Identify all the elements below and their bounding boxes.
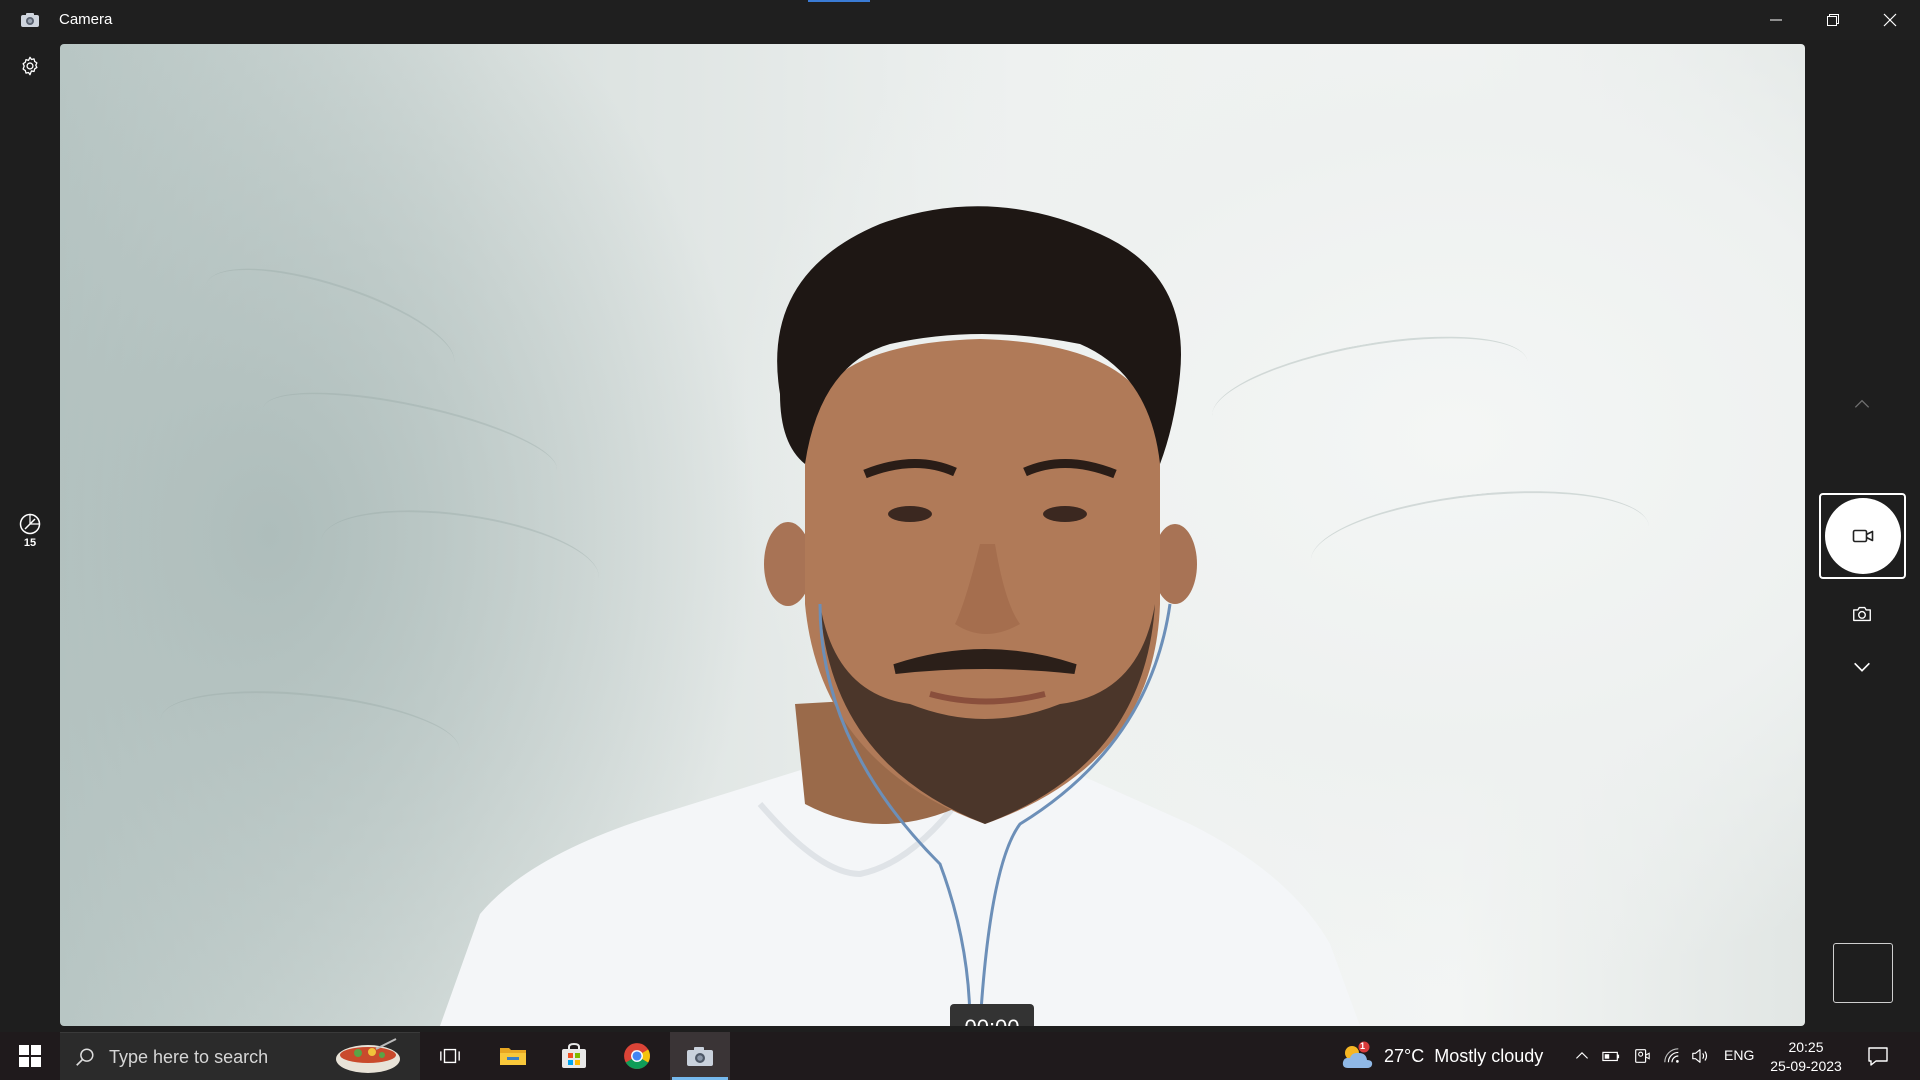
minimize-icon <box>1770 19 1782 21</box>
microsoft-store-button[interactable] <box>544 1032 604 1080</box>
notification-icon <box>1868 1047 1888 1066</box>
speaker-icon <box>1692 1049 1708 1063</box>
network-tray-button[interactable] <box>1662 1046 1682 1066</box>
task-view-button[interactable] <box>420 1032 480 1080</box>
window-title: Camera <box>59 11 113 28</box>
self-timer-icon <box>19 513 41 535</box>
camera-taskbar-button[interactable] <box>670 1032 730 1080</box>
camera-viewfinder: 00:00 <box>60 44 1805 1026</box>
close-button[interactable] <box>1862 0 1918 40</box>
camera-icon <box>1853 606 1871 622</box>
last-capture-thumbnail[interactable] <box>1833 943 1893 1003</box>
file-explorer-icon <box>500 1048 526 1065</box>
mode-up-button[interactable] <box>1850 392 1874 416</box>
windows-logo-icon <box>19 1045 41 1067</box>
taskbar-search-box[interactable]: Type here to search <box>60 1032 420 1080</box>
search-placeholder: Type here to search <box>109 1047 269 1067</box>
weather-widget[interactable]: 1 27°C Mostly cloudy <box>1340 1032 1543 1080</box>
wifi-icon <box>1664 1048 1679 1063</box>
camera-in-use-icon <box>1635 1049 1650 1063</box>
restore-icon <box>1827 14 1839 26</box>
settings-button[interactable] <box>14 50 46 82</box>
title-accent-line <box>808 0 870 2</box>
action-center-button[interactable] <box>1866 1044 1890 1068</box>
camera-app-icon <box>687 1047 713 1066</box>
chrome-icon <box>624 1043 650 1069</box>
clock-date: 25-09-2023 <box>1770 1058 1842 1074</box>
chevron-up-icon <box>1576 1052 1588 1059</box>
cloudy-weather-icon <box>1342 1041 1373 1068</box>
clock-time: 20:25 <box>1788 1039 1824 1055</box>
minimize-button[interactable] <box>1748 0 1804 40</box>
taskbar-clock[interactable]: 20:25 25-09-2023 <box>1766 1038 1846 1076</box>
task-view-icon <box>440 1048 460 1064</box>
battery-tray-button[interactable] <box>1601 1046 1621 1066</box>
chrome-button[interactable] <box>607 1032 667 1080</box>
camera-app-window: Camera 15 Type here to search 1 27°C Mos… <box>0 0 1920 1080</box>
capture-mode-frame <box>1819 493 1906 579</box>
close-icon <box>1883 13 1897 27</box>
search-highlight-bowl-icon <box>336 1038 400 1073</box>
mode-down-button[interactable] <box>1850 655 1874 679</box>
video-camera-icon <box>1852 529 1873 543</box>
search-icon <box>76 1048 94 1066</box>
chevron-up-icon <box>1854 399 1870 408</box>
restore-button[interactable] <box>1805 0 1861 40</box>
taskbar: Type here to search 1 27°C Mostly cloudy… <box>0 1032 1920 1080</box>
volume-tray-button[interactable] <box>1690 1046 1710 1066</box>
weather-alert-badge: 1 <box>1360 1041 1366 1051</box>
start-button[interactable] <box>0 1032 60 1080</box>
self-timer-value: 15 <box>23 537 37 549</box>
weather-condition: Mostly cloudy <box>1434 1045 1544 1066</box>
input-language-indicator[interactable]: ENG <box>1724 1047 1754 1063</box>
camera-subject-person <box>440 206 1360 1026</box>
record-video-button[interactable] <box>1824 498 1901 574</box>
show-hidden-icons-button[interactable] <box>1572 1046 1592 1066</box>
title-bar: Camera <box>0 0 1920 40</box>
chevron-down-icon <box>1854 662 1870 672</box>
camera-in-use-tray-button[interactable] <box>1632 1046 1652 1066</box>
self-timer-button[interactable]: 15 <box>12 512 48 558</box>
photo-mode-button[interactable] <box>1848 600 1876 628</box>
gear-icon <box>22 56 38 76</box>
camera-app-icon <box>20 10 40 30</box>
weather-temperature: 27°C <box>1384 1045 1425 1066</box>
battery-icon <box>1602 1051 1620 1062</box>
microsoft-store-icon <box>562 1043 586 1068</box>
file-explorer-button[interactable] <box>483 1032 543 1080</box>
recording-timer: 00:00 <box>950 1004 1034 1026</box>
